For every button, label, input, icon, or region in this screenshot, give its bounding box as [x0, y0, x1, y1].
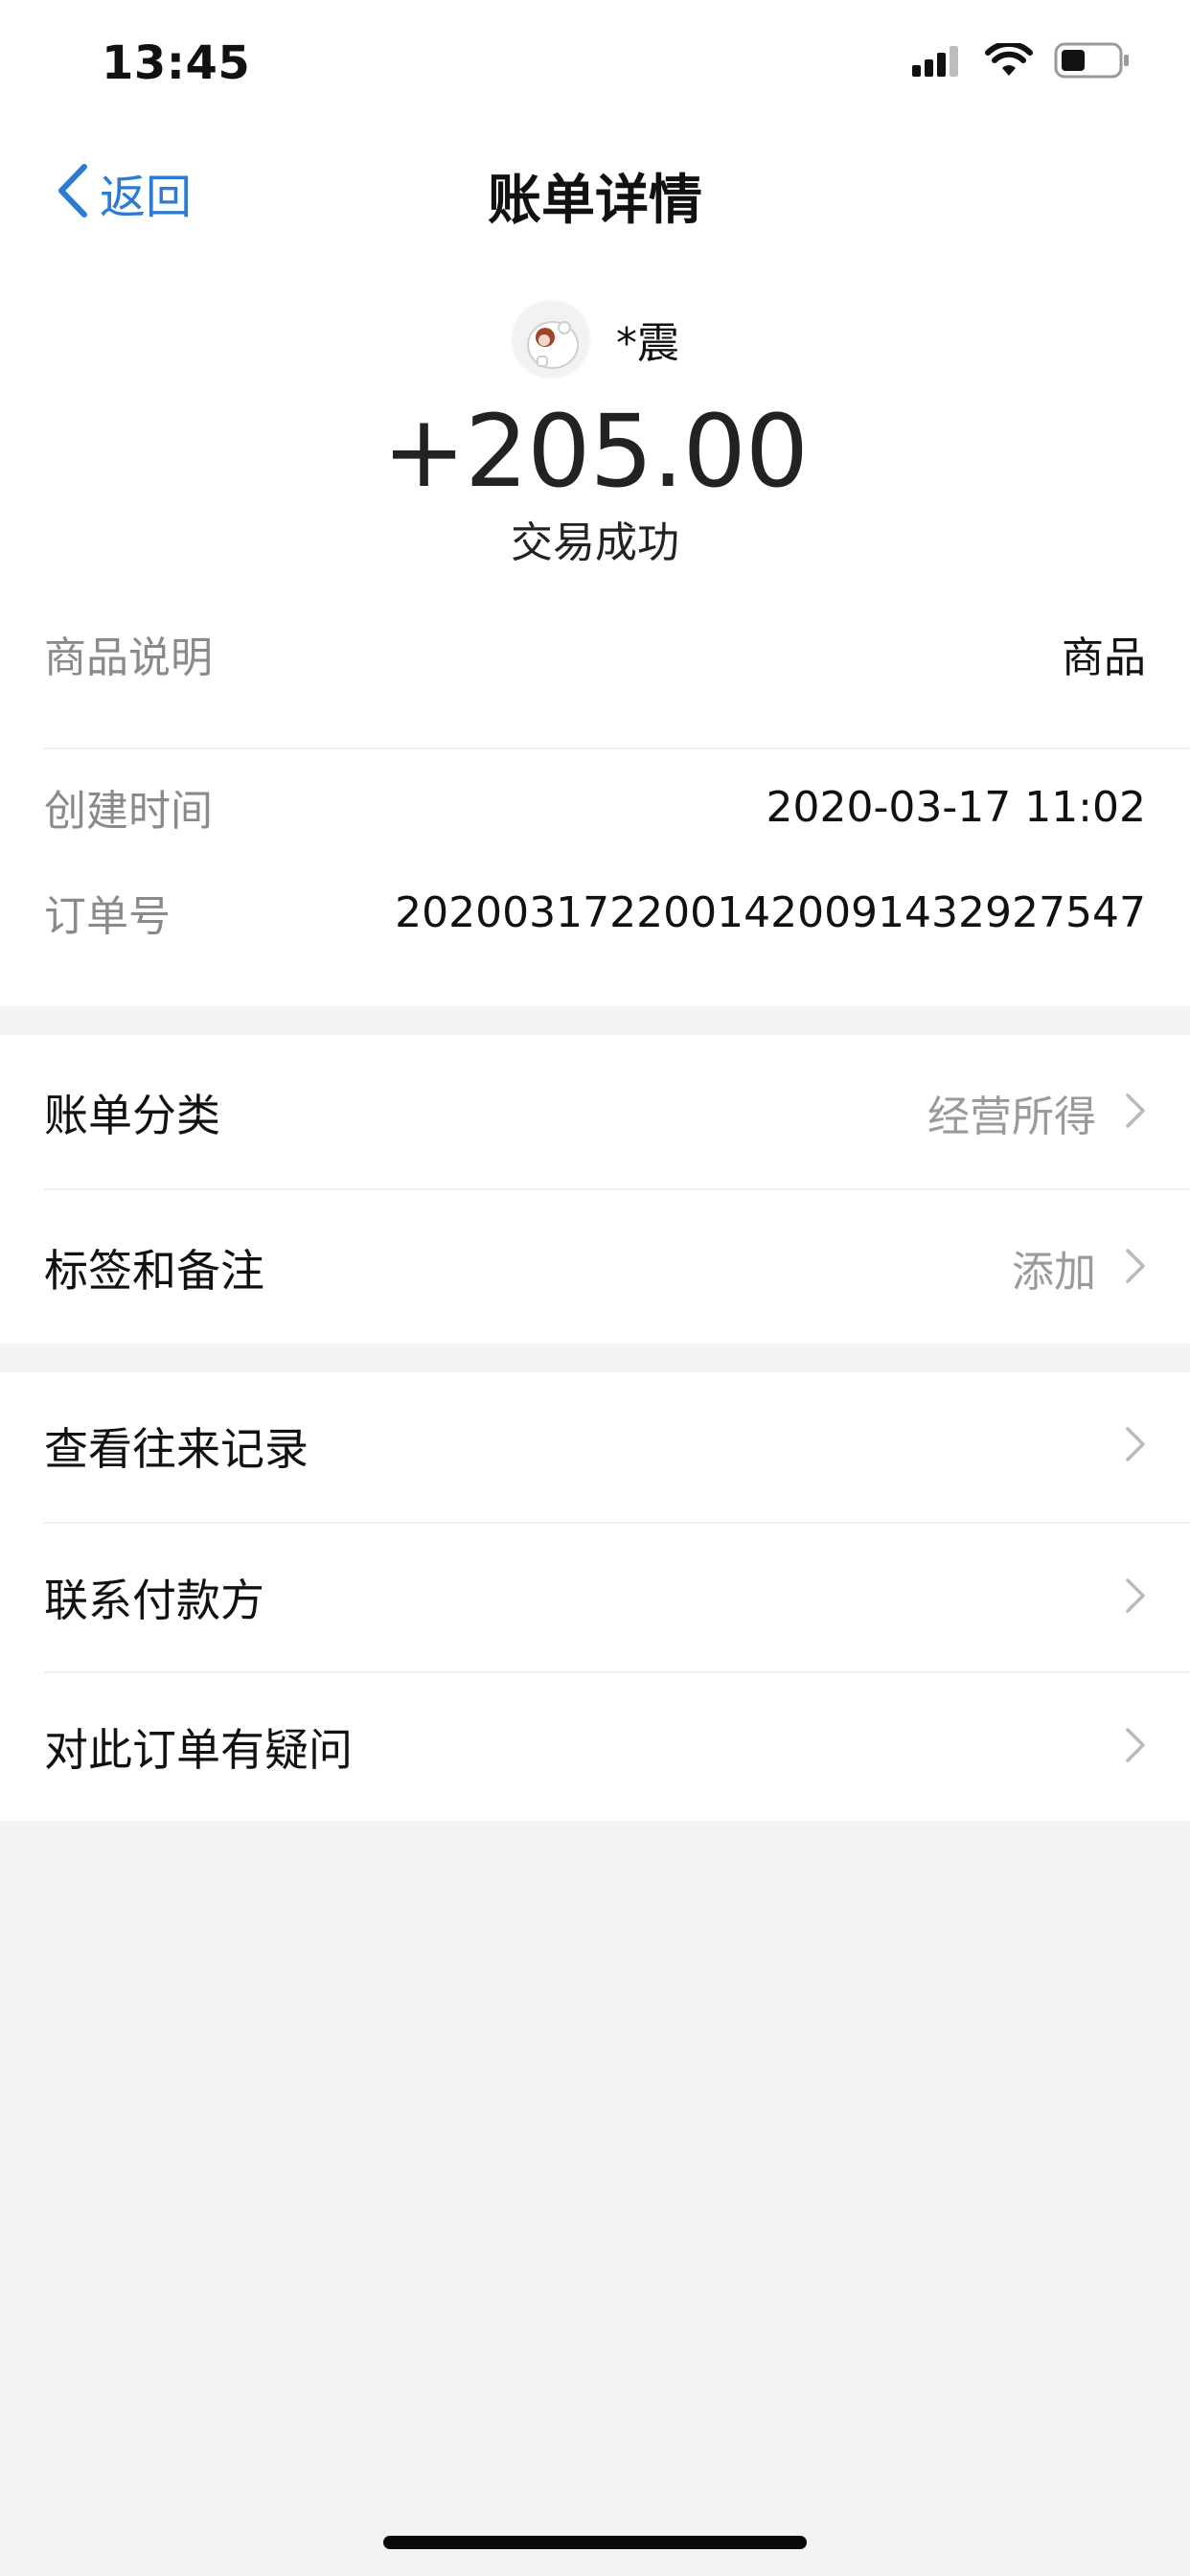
chevron-right-icon — [1125, 1577, 1146, 1618]
bill-settings-section: 账单分类 经营所得 标签和备注 添加 — [0, 1035, 1190, 1344]
view-history-row[interactable]: 查看往来记录 — [44, 1372, 1146, 1520]
list-right — [1125, 1426, 1146, 1466]
detail-row-product: 商品说明 商品 — [44, 623, 1146, 684]
chevron-right-icon — [1125, 1426, 1146, 1466]
detail-label: 订单号 — [44, 892, 171, 941]
page-title: 账单详情 — [488, 170, 702, 232]
nav-bar: 返回 账单详情 — [0, 134, 1190, 249]
contact-payer-row[interactable]: 联系付款方 — [44, 1524, 1146, 1671]
list-right: 经营所得 — [927, 1082, 1146, 1143]
detail-value: 2020-03-17 11:02 — [766, 782, 1147, 832]
wifi-icon — [985, 40, 1033, 81]
payer-name: *震 — [616, 319, 679, 368]
chevron-right-icon — [1125, 1092, 1146, 1133]
detail-label: 创建时间 — [44, 787, 213, 836]
list-value: 经营所得 — [927, 1092, 1096, 1141]
detail-row-order-number: 订单号 2020031722001420091432927547 — [44, 882, 1146, 943]
chevron-right-icon — [1125, 1248, 1146, 1288]
detail-row-created-time: 创建时间 2020-03-17 11:02 — [44, 776, 1146, 838]
divider — [44, 748, 1190, 749]
avatar — [511, 299, 591, 380]
list-right — [1125, 1727, 1146, 1767]
list-right: 添加 — [1012, 1237, 1146, 1299]
status-time: 13:45 — [102, 36, 251, 90]
order-question-row[interactable]: 对此订单有疑问 — [44, 1673, 1146, 1821]
list-label: 对此订单有疑问 — [44, 1724, 353, 1776]
status-bar: 13:45 — [0, 0, 1190, 134]
list-value: 添加 — [1012, 1248, 1096, 1297]
chevron-right-icon — [1125, 1727, 1146, 1767]
divider — [44, 1188, 1190, 1190]
battery-icon — [1054, 42, 1131, 82]
detail-label: 商品说明 — [44, 633, 213, 682]
list-label: 查看往来记录 — [44, 1423, 309, 1475]
bill-category-row[interactable]: 账单分类 经营所得 — [44, 1039, 1146, 1186]
payer-info: *震 — [0, 299, 1190, 380]
transaction-status: 交易成功 — [511, 518, 679, 567]
bill-header: *震 +205.00 交易成功 — [0, 249, 1190, 585]
list-label: 账单分类 — [44, 1090, 220, 1141]
cellular-signal-icon — [912, 44, 964, 80]
tags-notes-row[interactable]: 标签和备注 添加 — [44, 1194, 1146, 1342]
list-right — [1125, 1577, 1146, 1618]
bill-details: 商品说明 商品 创建时间 2020-03-17 11:02 订单号 202003… — [0, 585, 1190, 1006]
detail-value: 2020031722001420091432927547 — [395, 887, 1146, 937]
home-indicator[interactable] — [383, 2536, 807, 2549]
status-icons — [912, 40, 1131, 82]
bill-actions-section: 查看往来记录 联系付款方 对此订单有疑问 — [0, 1372, 1190, 1821]
detail-value: 商品 — [1062, 633, 1146, 682]
list-label: 标签和备注 — [44, 1245, 264, 1297]
list-label: 联系付款方 — [44, 1575, 264, 1626]
transaction-amount: +205.00 — [381, 393, 809, 510]
